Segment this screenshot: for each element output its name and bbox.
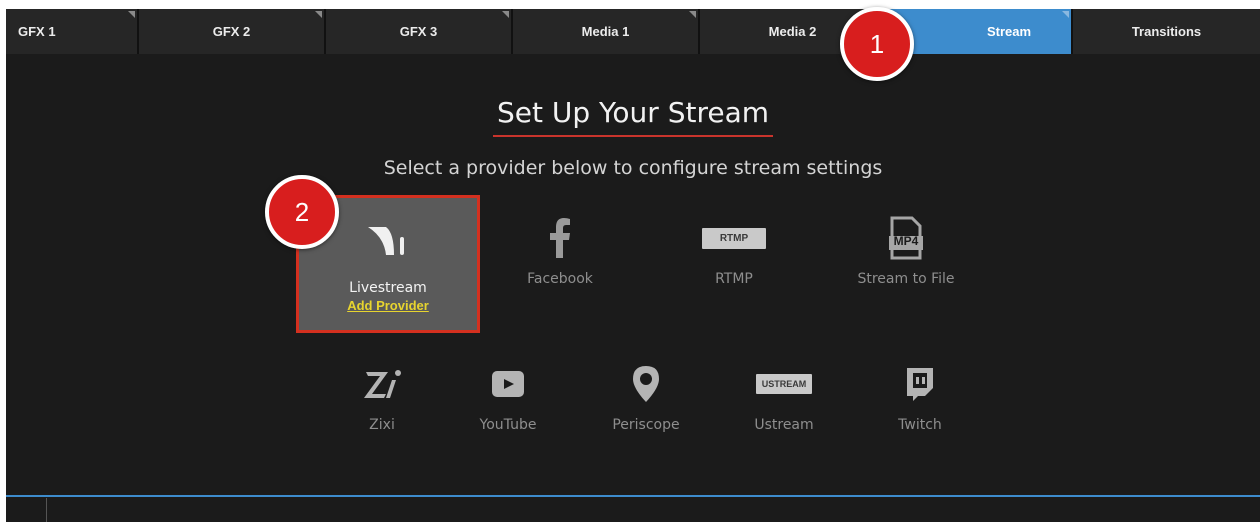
provider-rtmp[interactable]: RTMP RTMP [664,215,804,287]
tab-label: Transitions [1131,24,1202,39]
periscope-icon [576,361,716,407]
provider-facebook[interactable]: Facebook [490,215,630,287]
bottom-separator [46,498,47,522]
provider-name: Stream to File [857,271,955,287]
corner-marker-icon [502,11,509,18]
provider-periscope[interactable]: Periscope [576,361,716,433]
add-provider-link[interactable]: Add Provider [299,298,477,313]
provider-name: RTMP [715,271,753,287]
tab-label: GFX 2 [212,24,251,39]
provider-name: Periscope [612,417,680,433]
stream-panel: GFX 1 GFX 2 GFX 3 Media 1 Media 2 Stream… [6,9,1260,522]
tab-bar: GFX 1 GFX 2 GFX 3 Media 1 Media 2 Stream… [6,9,1260,55]
provider-name: Twitch [898,417,942,433]
provider-name: YouTube [479,417,537,433]
callout-number: 2 [294,196,310,227]
twitch-icon [850,361,990,407]
ustream-badge: USTREAM [755,374,813,394]
rtmp-icon: RTMP [664,215,804,261]
corner-marker-icon [315,11,322,18]
mp4-badge: MP4 [893,234,919,248]
page-title: Set Up Your Stream [492,95,774,137]
provider-stream-to-file[interactable]: MP4 Stream to File [836,215,976,287]
provider-zixi[interactable]: Zixi [312,361,452,433]
rtmp-badge: RTMP [701,227,767,249]
tab-gfx-1[interactable]: GFX 1 [6,9,139,54]
mp4-file-icon: MP4 [836,215,976,261]
tab-transitions[interactable]: Transitions [1073,9,1260,54]
step-callout-1: 1 [840,7,914,81]
tab-stream[interactable]: Stream [887,9,1073,54]
tab-gfx-2[interactable]: GFX 2 [139,9,326,54]
tab-media-1[interactable]: Media 1 [513,9,700,54]
provider-name: Facebook [527,271,593,287]
youtube-icon [438,361,578,407]
zixi-icon [312,361,452,407]
corner-marker-icon [689,11,696,18]
tab-label: Media 1 [581,24,630,39]
tab-gfx-3[interactable]: GFX 3 [326,9,513,54]
provider-name: Zixi [369,417,395,433]
page-subtitle: Select a provider below to configure str… [383,157,883,179]
provider-ustream[interactable]: USTREAM Ustream [714,361,854,433]
provider-youtube[interactable]: YouTube [438,361,578,433]
step-callout-2: 2 [265,175,339,249]
facebook-icon [490,215,630,261]
callout-number: 1 [869,28,885,59]
tab-label: Stream [986,24,1032,39]
ustream-icon: USTREAM [714,361,854,407]
corner-marker-icon [1062,11,1069,18]
provider-name: Ustream [754,417,814,433]
provider-name: Livestream [349,280,427,296]
page-heading: Set Up Your Stream [6,95,1260,137]
provider-twitch[interactable]: Twitch [850,361,990,433]
tab-label: GFX 3 [399,24,438,39]
bottom-divider-line [6,495,1260,497]
corner-marker-icon [128,11,135,18]
tab-label: GFX 1 [18,24,56,39]
